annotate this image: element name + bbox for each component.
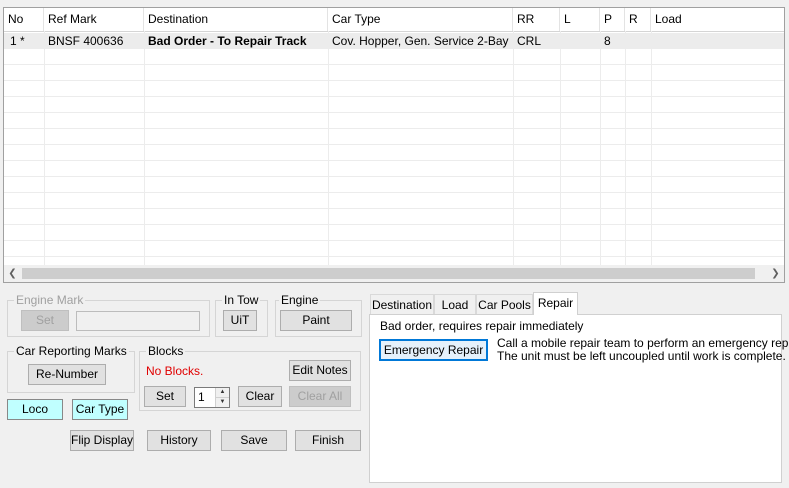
cell-r bbox=[625, 33, 651, 49]
cell-destination: Bad Order - To Repair Track bbox=[148, 34, 307, 48]
table-row-empty bbox=[4, 225, 784, 241]
table-row-empty bbox=[4, 209, 784, 225]
grid-header: No Ref Mark Destination Car Type RR L P … bbox=[4, 8, 784, 32]
cell-no: 1 * bbox=[10, 34, 25, 48]
edit-notes-button[interactable]: Edit Notes bbox=[289, 360, 351, 381]
cell-load bbox=[651, 33, 784, 49]
cell-car-type: Cov. Hopper, Gen. Service 2-Bay bbox=[332, 34, 509, 48]
column-header-no[interactable]: No bbox=[4, 8, 44, 31]
horizontal-scrollbar[interactable]: ❮ ❯ bbox=[4, 265, 784, 282]
car-type-toggle[interactable]: Car Type bbox=[72, 399, 128, 420]
column-header-p[interactable]: P bbox=[600, 8, 625, 31]
table-row-empty bbox=[4, 129, 784, 145]
engine-mark-label: Engine Mark bbox=[14, 293, 86, 307]
engine-mark-set-button[interactable]: Set bbox=[21, 310, 69, 331]
clear-all-button[interactable]: Clear All bbox=[289, 386, 351, 407]
tab-destination[interactable]: Destination bbox=[370, 294, 434, 314]
table-row-empty bbox=[4, 177, 784, 193]
spinner-up-icon[interactable]: ▲ bbox=[215, 388, 229, 398]
history-button[interactable]: History bbox=[147, 430, 211, 451]
blocks-label: Blocks bbox=[146, 344, 186, 358]
emergency-repair-description: Call a mobile repair team to perform an … bbox=[497, 337, 789, 363]
emergency-repair-desc-line2: The unit must be left uncoupled until wo… bbox=[497, 349, 786, 363]
chevron-left-icon[interactable]: ❮ bbox=[4, 265, 21, 282]
cell-rr: CRL bbox=[517, 34, 542, 48]
column-header-ref-mark[interactable]: Ref Mark bbox=[44, 8, 144, 31]
table-row-empty bbox=[4, 97, 784, 113]
column-header-load[interactable]: Load bbox=[651, 8, 784, 31]
column-header-l[interactable]: L bbox=[560, 8, 600, 31]
blocks-clear-button[interactable]: Clear bbox=[238, 386, 282, 407]
cars-grid[interactable]: No Ref Mark Destination Car Type RR L P … bbox=[3, 7, 785, 283]
repair-tab-panel: Bad order, requires repair immediately E… bbox=[369, 314, 789, 483]
table-row-empty bbox=[4, 241, 784, 257]
cell-ref-mark: BNSF 400636 bbox=[48, 34, 124, 48]
paint-button[interactable]: Paint bbox=[280, 310, 352, 331]
chevron-right-icon[interactable]: ❯ bbox=[767, 265, 784, 282]
save-button[interactable]: Save bbox=[221, 430, 287, 451]
tab-load[interactable]: Load bbox=[434, 294, 476, 314]
tab-repair[interactable]: Repair bbox=[533, 292, 578, 315]
emergency-repair-button[interactable]: Emergency Repair bbox=[379, 339, 488, 361]
table-row-empty bbox=[4, 49, 784, 65]
spinner-down-icon[interactable]: ▼ bbox=[215, 398, 229, 407]
blocks-status: No Blocks. bbox=[146, 364, 204, 378]
cell-l bbox=[560, 33, 600, 49]
uit-button[interactable]: UiT bbox=[223, 310, 257, 331]
blocks-set-button[interactable]: Set bbox=[144, 386, 186, 407]
table-row-empty bbox=[4, 161, 784, 177]
table-row-empty bbox=[4, 81, 784, 97]
column-header-destination[interactable]: Destination bbox=[144, 8, 328, 31]
table-row-empty bbox=[4, 145, 784, 161]
renumber-button[interactable]: Re-Number bbox=[28, 364, 106, 385]
table-row[interactable]: 1 * BNSF 400636 Bad Order - To Repair Tr… bbox=[4, 33, 784, 49]
blocks-spinner-value: 1 bbox=[198, 390, 205, 404]
column-header-rr[interactable]: RR bbox=[513, 8, 560, 31]
in-tow-label: In Tow bbox=[222, 293, 261, 307]
blocks-spinner[interactable]: 1 ▲ ▼ bbox=[194, 387, 230, 408]
loco-toggle[interactable]: Loco bbox=[7, 399, 63, 420]
tab-car-pools[interactable]: Car Pools bbox=[476, 294, 533, 314]
table-row-empty bbox=[4, 113, 784, 129]
car-reporting-marks-label: Car Reporting Marks bbox=[14, 344, 129, 358]
engine-mark-field[interactable] bbox=[76, 311, 200, 331]
table-row-empty bbox=[4, 193, 784, 209]
column-header-r[interactable]: R bbox=[625, 8, 651, 31]
scrollbar-thumb[interactable] bbox=[22, 268, 755, 279]
table-row-empty bbox=[4, 65, 784, 81]
flip-display-button[interactable]: Flip Display bbox=[70, 430, 134, 451]
cell-p: 8 bbox=[604, 34, 611, 48]
column-header-car-type[interactable]: Car Type bbox=[328, 8, 513, 31]
engine-label: Engine bbox=[279, 293, 321, 307]
finish-button[interactable]: Finish bbox=[295, 430, 361, 451]
repair-heading: Bad order, requires repair immediately bbox=[380, 319, 584, 333]
